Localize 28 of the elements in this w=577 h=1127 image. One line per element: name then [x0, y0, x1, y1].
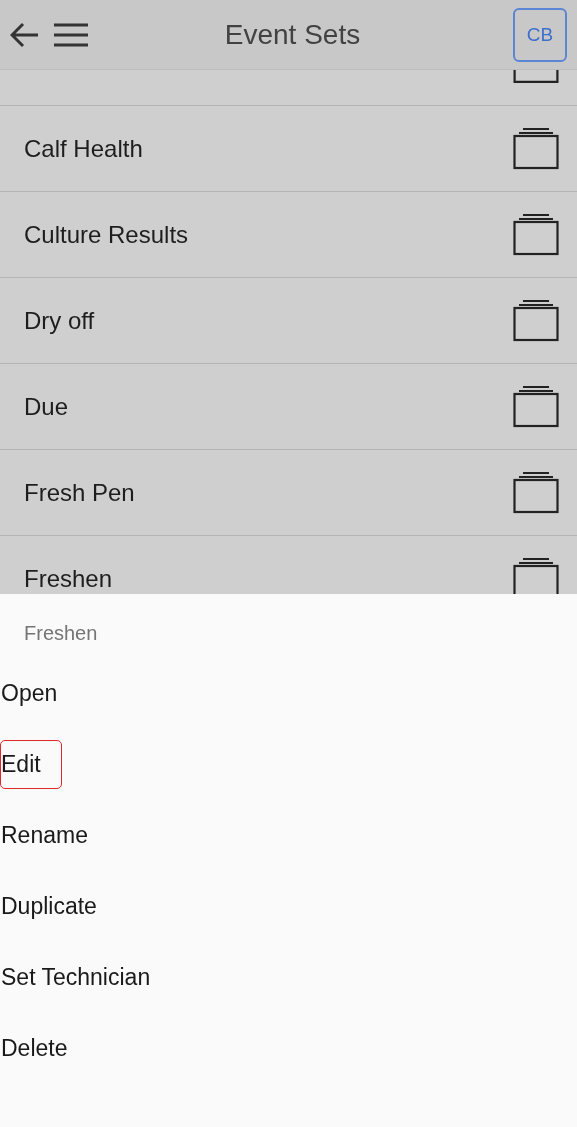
stack-icon: [513, 127, 559, 170]
menu-icon[interactable]: [54, 22, 88, 47]
stack-icon: [513, 213, 559, 256]
menu-item[interactable]: Rename: [0, 811, 109, 860]
menu-item[interactable]: Edit: [0, 740, 62, 789]
event-set-row[interactable]: Dry off: [0, 278, 577, 364]
event-set-name: Culture Results: [24, 220, 189, 249]
stack-icon: [513, 557, 559, 594]
event-set-row[interactable]: Calf Health: [0, 106, 577, 192]
page-title: Event Sets: [223, 18, 362, 51]
menu-item[interactable]: Open: [0, 669, 79, 718]
event-set-name: Calf Health: [24, 134, 143, 163]
sheet-title: Freshen: [23, 621, 99, 646]
event-set-name: Fresh Pen: [24, 478, 135, 507]
back-icon[interactable]: [10, 21, 40, 48]
event-set-row[interactable]: Fresh Pen: [0, 450, 577, 536]
menu-item[interactable]: Delete: [0, 1024, 89, 1073]
menu-item[interactable]: Duplicate: [0, 882, 118, 931]
stack-icon: [513, 70, 559, 83]
event-set-name: Dry off: [24, 306, 95, 335]
event-set-row[interactable]: Due: [0, 364, 577, 450]
menu-item[interactable]: Set Technician: [0, 953, 172, 1002]
event-set-name: Freshen: [24, 564, 113, 593]
stack-icon: [513, 299, 559, 342]
stack-icon: [513, 471, 559, 514]
event-set-name: Due: [24, 392, 69, 421]
event-set-row[interactable]: Culture Results: [0, 192, 577, 278]
stack-icon: [513, 385, 559, 428]
